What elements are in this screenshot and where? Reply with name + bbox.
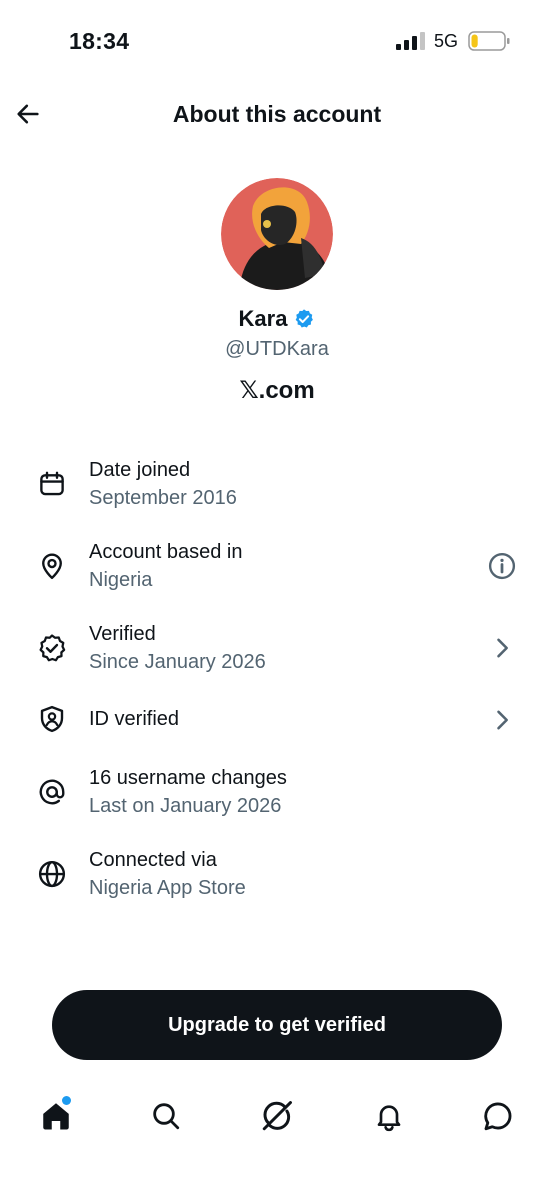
- info-row-verified[interactable]: Verified Since January 2026: [0, 619, 554, 689]
- profile-name: Kara: [238, 306, 288, 331]
- info-subtitle: Last on January 2026: [89, 795, 282, 817]
- status-time: 18:34: [69, 28, 130, 54]
- tab-messages[interactable]: [478, 1096, 518, 1136]
- calendar-icon: [36, 468, 68, 500]
- tab-notifications[interactable]: [369, 1096, 409, 1136]
- info-title: Verified: [89, 623, 156, 645]
- tab-search[interactable]: [146, 1096, 186, 1136]
- info-row-connected-via: Connected via Nigeria App Store: [0, 845, 554, 915]
- verified-checkmark-icon: [296, 309, 314, 328]
- bottom-tab-bar: [0, 1082, 554, 1152]
- verified-badge-icon: [36, 632, 68, 664]
- info-row-date-joined: Date joined September 2016: [0, 455, 554, 525]
- info-row-id-verified[interactable]: ID verified: [0, 686, 554, 756]
- grok-icon: [262, 1101, 292, 1131]
- info-row-username-changes: 16 username changes Last on January 2026: [0, 763, 554, 833]
- info-row-account-based-in: Account based in Nigeria: [0, 537, 554, 607]
- profile-name-row: Kara: [0, 306, 554, 332]
- tab-home[interactable]: [36, 1096, 76, 1136]
- shield-person-icon: [36, 703, 68, 735]
- tab-grok[interactable]: [257, 1096, 297, 1136]
- notifications-bell-icon: [377, 1105, 401, 1132]
- signal-strength-icon: [396, 32, 425, 50]
- page-title: About this account: [172, 101, 382, 127]
- search-icon: [153, 1103, 180, 1130]
- network-type: 5G: [434, 31, 459, 51]
- info-title: Account based in: [89, 541, 243, 563]
- chevron-right-icon[interactable]: [486, 704, 518, 736]
- at-sign-icon: [36, 776, 68, 808]
- upgrade-button[interactable]: Upgrade to get verified: [52, 990, 502, 1060]
- status-bar: 18:34 5G: [0, 0, 554, 84]
- notification-dot: [62, 1096, 71, 1105]
- location-pin-icon: [36, 550, 68, 582]
- info-subtitle: Since January 2026: [89, 651, 266, 673]
- battery-icon: [468, 31, 510, 51]
- profile-handle: @UTDKara: [225, 338, 329, 360]
- info-subtitle: Nigeria App Store: [89, 877, 246, 899]
- info-title: 16 username changes: [89, 767, 287, 789]
- info-subtitle: Nigeria: [89, 569, 153, 591]
- avatar-image: [221, 178, 333, 290]
- nav-header: About this account: [0, 84, 554, 148]
- info-title: ID verified: [89, 708, 180, 730]
- info-icon[interactable]: [486, 550, 518, 582]
- info-title: Connected via: [89, 849, 217, 871]
- platform-label: 𝕏.com: [239, 377, 315, 404]
- avatar[interactable]: [221, 178, 333, 290]
- messages-icon: [484, 1102, 512, 1131]
- info-subtitle: September 2016: [89, 487, 237, 509]
- chevron-right-icon[interactable]: [486, 632, 518, 664]
- info-title: Date joined: [89, 459, 191, 481]
- globe-icon: [36, 858, 68, 890]
